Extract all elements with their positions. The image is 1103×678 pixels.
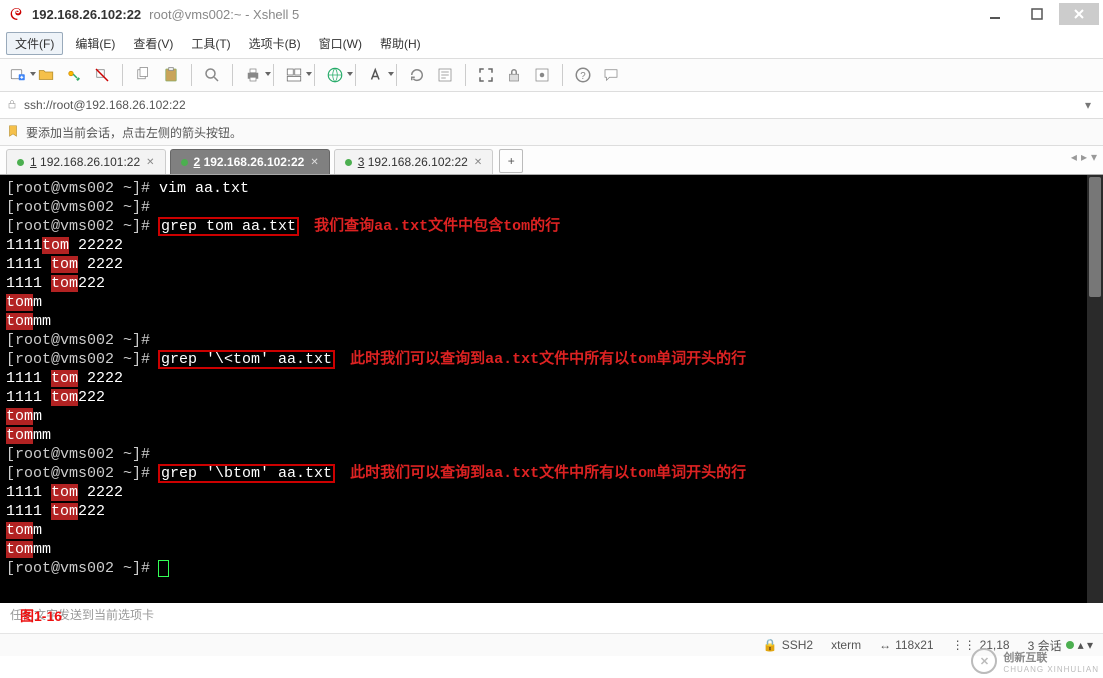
figure-label: 图1-16 xyxy=(20,606,62,626)
terminal-output-line: 1111 tom 2222 xyxy=(6,483,1097,502)
fullscreen-icon[interactable] xyxy=(474,63,498,87)
menu-tools[interactable]: 工具(T) xyxy=(185,33,236,54)
tab-next-icon[interactable]: ▸ xyxy=(1081,150,1087,164)
terminal-output-line: 1111tom 22222 xyxy=(6,236,1097,255)
terminal-line: [root@vms002 ~]# vim aa.txt xyxy=(6,179,1097,198)
terminal-line: [root@vms002 ~]# xyxy=(6,445,1097,464)
search-icon[interactable] xyxy=(200,63,224,87)
tab-bar: 1 192.168.26.101:22 ✕ 2 192.168.26.102:2… xyxy=(0,146,1103,175)
tab-3[interactable]: 3 192.168.26.102:22 ✕ xyxy=(334,149,494,174)
terminal-line: [root@vms002 ~]# xyxy=(6,331,1097,350)
status-size: ↔118x21 xyxy=(879,638,933,652)
menu-file[interactable]: 文件(F) xyxy=(6,32,63,55)
tool-bar: ? xyxy=(0,59,1103,92)
app-icon xyxy=(8,6,24,22)
tab-list-icon[interactable]: ▾ xyxy=(1091,150,1097,164)
tab-2[interactable]: 2 192.168.26.102:22 ✕ xyxy=(170,149,330,174)
lock-icon[interactable] xyxy=(502,63,526,87)
status-dot-icon xyxy=(345,159,352,166)
close-tab-icon[interactable]: ✕ xyxy=(146,157,154,168)
terminal-output-line: 1111 tom222 xyxy=(6,388,1097,407)
hint-bar: 要添加当前会话，点击左侧的箭头按钮。 xyxy=(0,119,1103,146)
menu-window[interactable]: 窗口(W) xyxy=(313,33,368,54)
watermark-logo-icon: ✕ xyxy=(971,648,997,674)
svg-text:?: ? xyxy=(580,71,586,82)
new-session-icon[interactable] xyxy=(6,63,30,87)
terminal-output-line: tomm xyxy=(6,293,1097,312)
menu-bar: 文件(F) 编辑(E) 查看(V) 工具(T) 选项卡(B) 窗口(W) 帮助(… xyxy=(0,28,1103,59)
bookmark-icon[interactable] xyxy=(6,124,20,141)
watermark: ✕ 创新互联 CHUANG XINHULIAN xyxy=(971,648,1099,674)
close-button[interactable] xyxy=(1059,3,1099,25)
lang-icon[interactable] xyxy=(323,63,347,87)
add-tab-button[interactable]: + xyxy=(499,149,523,173)
status-bar: 🔒SSH2 xterm ↔118x21 ⋮⋮21,18 3 会话 ▴ ▾ xyxy=(0,633,1103,656)
hint-text: 要添加当前会话，点击左侧的箭头按钮。 xyxy=(26,124,242,141)
title-sub: root@vms002:~ - Xshell 5 xyxy=(149,7,299,22)
menu-view[interactable]: 查看(V) xyxy=(127,33,179,54)
menu-help[interactable]: 帮助(H) xyxy=(374,33,427,54)
minimize-button[interactable] xyxy=(975,3,1015,25)
tab-1[interactable]: 1 192.168.26.101:22 ✕ xyxy=(6,149,166,174)
title-host: 192.168.26.102:22 xyxy=(32,7,141,22)
terminal-output-line: 1111 tom222 xyxy=(6,502,1097,521)
terminal-area[interactable]: [root@vms002 ~]# vim aa.txt[root@vms002 … xyxy=(0,175,1103,603)
terminal-output-line: tommm xyxy=(6,312,1097,331)
scrollbar-thumb[interactable] xyxy=(1089,177,1101,297)
maximize-button[interactable] xyxy=(1017,3,1057,25)
print-icon[interactable] xyxy=(241,63,265,87)
help-icon[interactable]: ? xyxy=(571,63,595,87)
address-text[interactable]: ssh://root@192.168.26.102:22 xyxy=(24,98,1073,112)
terminal-line: [root@vms002 ~]# grep '\<tom' aa.txt此时我们… xyxy=(6,350,1097,369)
paste-icon[interactable] xyxy=(159,63,183,87)
terminal-line: [root@vms002 ~]# xyxy=(6,559,1097,578)
terminal-output-line: tomm xyxy=(6,407,1097,426)
terminal-output-line: 1111 tom 2222 xyxy=(6,369,1097,388)
close-tab-icon[interactable]: ✕ xyxy=(310,157,318,168)
close-tab-icon[interactable]: ✕ xyxy=(474,157,482,168)
menu-edit[interactable]: 编辑(E) xyxy=(69,33,121,54)
status-dot-icon xyxy=(181,159,188,166)
status-termtype: xterm xyxy=(831,638,861,652)
lock-small-icon xyxy=(6,98,18,113)
script-icon[interactable] xyxy=(433,63,457,87)
disconnect-icon[interactable] xyxy=(90,63,114,87)
title-bar: 192.168.26.102:22 root@vms002:~ - Xshell… xyxy=(0,0,1103,28)
scrollbar[interactable] xyxy=(1087,175,1103,603)
open-icon[interactable] xyxy=(34,63,58,87)
copy-icon[interactable] xyxy=(131,63,155,87)
terminal-output-line: tommm xyxy=(6,540,1097,559)
addr-dropdown-icon[interactable]: ▾ xyxy=(1079,98,1097,112)
status-proto: 🔒SSH2 xyxy=(763,638,813,652)
settings-icon[interactable] xyxy=(530,63,554,87)
terminal-line: [root@vms002 ~]# grep '\btom' aa.txt此时我们… xyxy=(6,464,1097,483)
terminal-output-line: 1111 tom 2222 xyxy=(6,255,1097,274)
terminal-cursor xyxy=(159,561,168,576)
menu-tab[interactable]: 选项卡(B) xyxy=(243,33,307,54)
terminal-output-line: tomm xyxy=(6,521,1097,540)
tab-prev-icon[interactable]: ◂ xyxy=(1071,150,1077,164)
terminal-line: [root@vms002 ~]# grep tom aa.txt我们查询aa.t… xyxy=(6,217,1097,236)
terminal-line: [root@vms002 ~]# xyxy=(6,198,1097,217)
connect-icon[interactable] xyxy=(62,63,86,87)
terminal-output-line: 1111 tom222 xyxy=(6,274,1097,293)
status-dot-icon xyxy=(17,159,24,166)
font-icon[interactable] xyxy=(364,63,388,87)
address-bar: ssh://root@192.168.26.102:22 ▾ xyxy=(0,92,1103,119)
terminal-output-line: tommm xyxy=(6,426,1097,445)
refresh-icon[interactable] xyxy=(405,63,429,87)
chat-icon[interactable] xyxy=(599,63,623,87)
layout-icon[interactable] xyxy=(282,63,306,87)
